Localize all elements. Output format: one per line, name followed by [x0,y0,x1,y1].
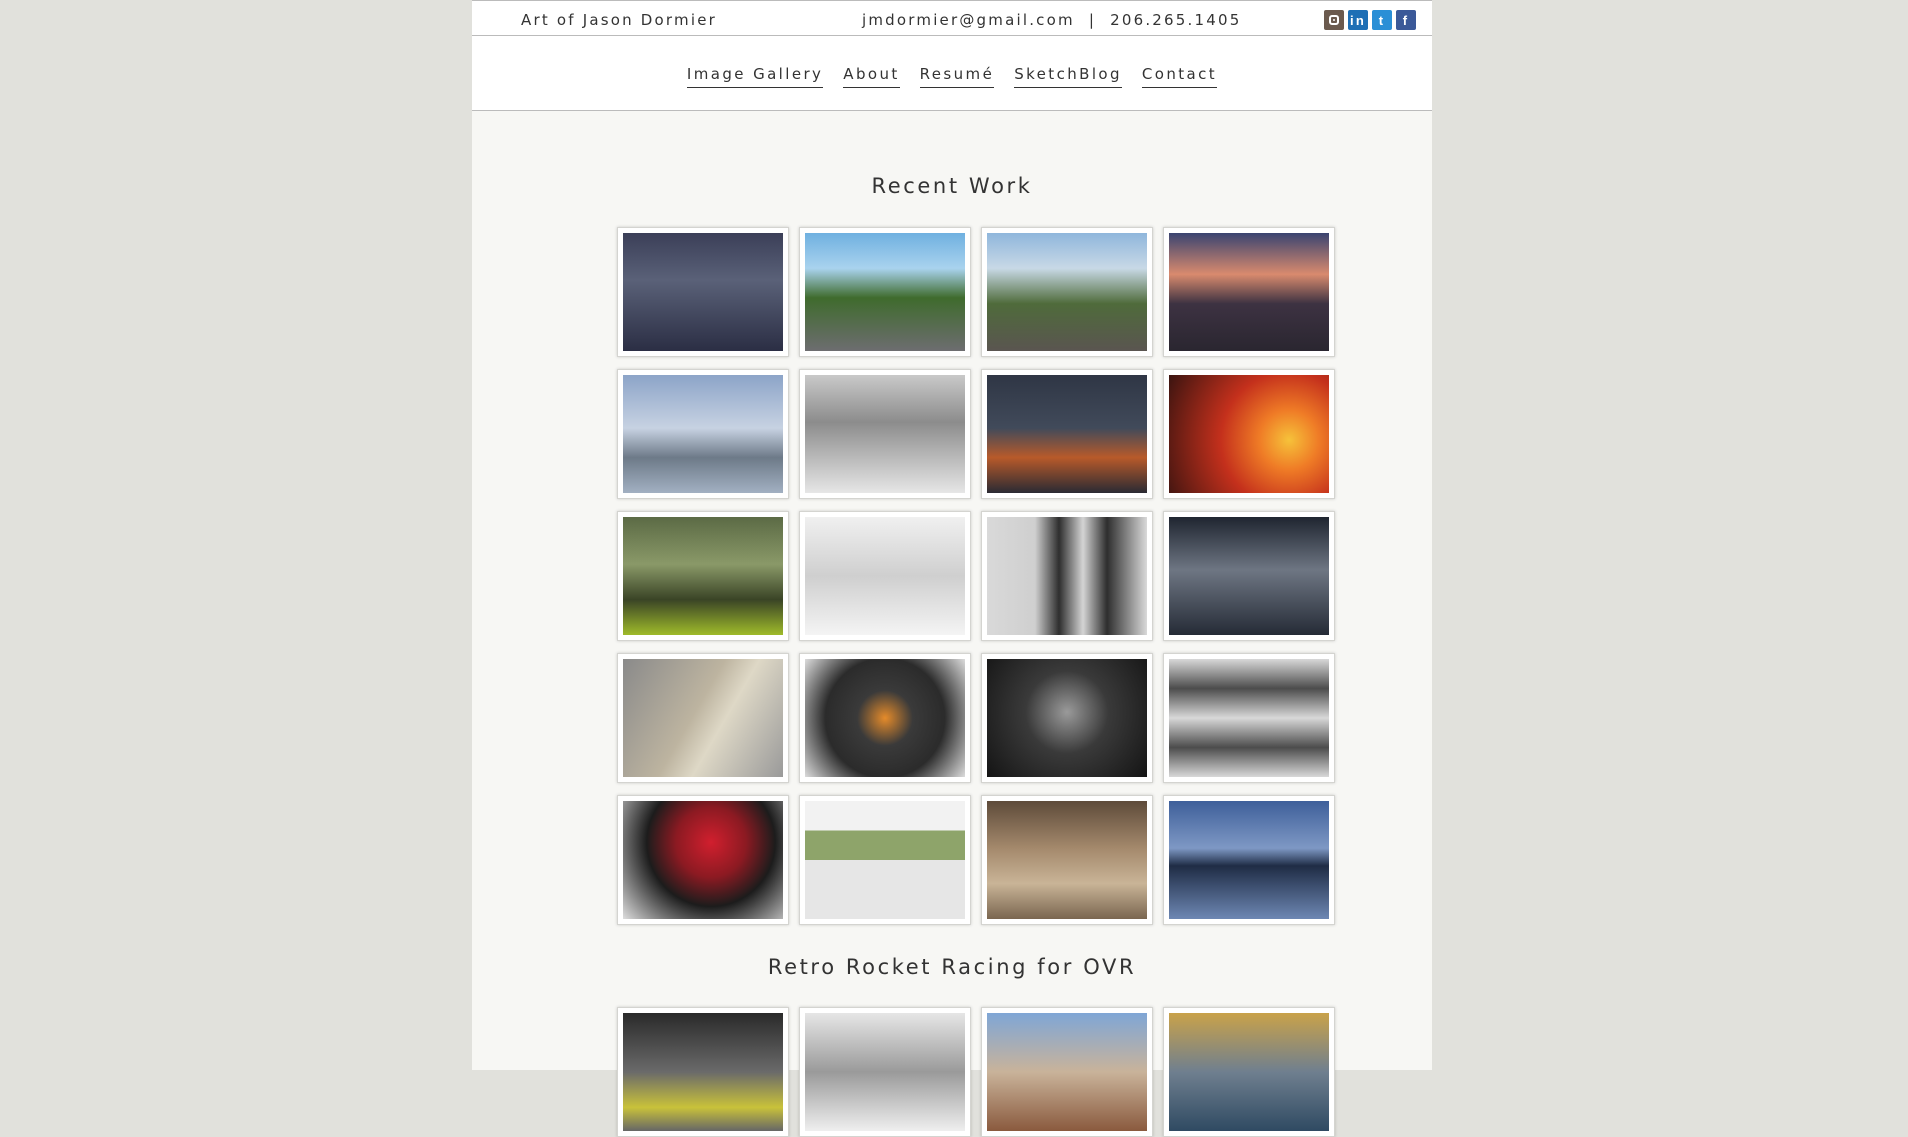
gallery-thumbnail[interactable] [617,1007,789,1137]
section-title-retro-rocket: Retro Rocket Racing for OVR [767,955,1137,979]
artwork-image [987,801,1147,919]
nav-contact[interactable]: Contact [1141,65,1218,88]
gallery-thumbnail[interactable] [799,511,971,641]
social-links: in t f [1324,10,1416,30]
artwork-image [805,375,965,493]
artwork-image [805,801,965,919]
artwork-image [1169,801,1329,919]
artwork-image [623,517,783,635]
artwork-image [623,375,783,493]
gallery-thumbnail[interactable] [981,1007,1153,1137]
gallery-thumbnail[interactable] [799,795,971,925]
twitter-icon[interactable]: t [1372,10,1392,30]
instagram-icon[interactable] [1324,10,1344,30]
phone-number[interactable]: 206.265.1405 [1110,11,1241,29]
top-bar: Art of Jason Dormier jmdormier@gmail.com… [472,0,1432,36]
gallery-thumbnail[interactable] [617,227,789,357]
gallery-thumbnail[interactable] [1163,1007,1335,1137]
contact-info: jmdormier@gmail.com | 206.265.1405 [862,11,1241,29]
recent-work-gallery [617,227,1335,925]
artwork-image [623,659,783,777]
artwork-image [805,233,965,351]
linkedin-icon[interactable]: in [1348,10,1368,30]
gallery-thumbnail[interactable] [799,1007,971,1137]
site-title[interactable]: Art of Jason Dormier [521,11,717,29]
artwork-image [1169,375,1329,493]
gallery-thumbnail[interactable] [981,369,1153,499]
artwork-image [805,517,965,635]
gallery-thumbnail[interactable] [617,511,789,641]
gallery-thumbnail[interactable] [799,227,971,357]
gallery-thumbnail[interactable] [981,795,1153,925]
gallery-thumbnail[interactable] [617,653,789,783]
artwork-image [805,1013,965,1131]
nav-sketchblog[interactable]: SketchBlog [1014,65,1122,88]
nav-image-gallery[interactable]: Image Gallery [686,65,824,88]
artwork-image [805,659,965,777]
email-link[interactable]: jmdormier@gmail.com [862,11,1075,29]
section-title-recent-work: Recent Work [871,174,1033,198]
artwork-image [987,659,1147,777]
artwork-image [1169,517,1329,635]
artwork-image [1169,1013,1329,1131]
facebook-icon[interactable]: f [1396,10,1416,30]
gallery-thumbnail[interactable] [981,227,1153,357]
gallery-thumbnail[interactable] [1163,653,1335,783]
gallery-thumbnail[interactable] [981,511,1153,641]
artwork-image [987,517,1147,635]
nav-about[interactable]: About [843,65,900,88]
artwork-image [623,233,783,351]
gallery-thumbnail[interactable] [1163,369,1335,499]
gallery-thumbnail[interactable] [981,653,1153,783]
main-nav: Image Gallery About Resumé SketchBlog Co… [472,36,1432,111]
gallery-thumbnail[interactable] [617,369,789,499]
artwork-image [987,233,1147,351]
page-container: Art of Jason Dormier jmdormier@gmail.com… [472,0,1432,1137]
artwork-image [987,375,1147,493]
contact-separator: | [1088,11,1097,29]
artwork-image [623,1013,783,1131]
artwork-image [623,801,783,919]
artwork-image [1169,233,1329,351]
artwork-image [1169,659,1329,777]
gallery-thumbnail[interactable] [799,653,971,783]
gallery-thumbnail[interactable] [1163,227,1335,357]
retro-rocket-gallery [617,1007,1335,1137]
artwork-image [987,1013,1147,1131]
nav-resume[interactable]: Resumé [919,65,995,88]
gallery-thumbnail[interactable] [617,795,789,925]
gallery-thumbnail[interactable] [799,369,971,499]
gallery-thumbnail[interactable] [1163,511,1335,641]
gallery-thumbnail[interactable] [1163,795,1335,925]
